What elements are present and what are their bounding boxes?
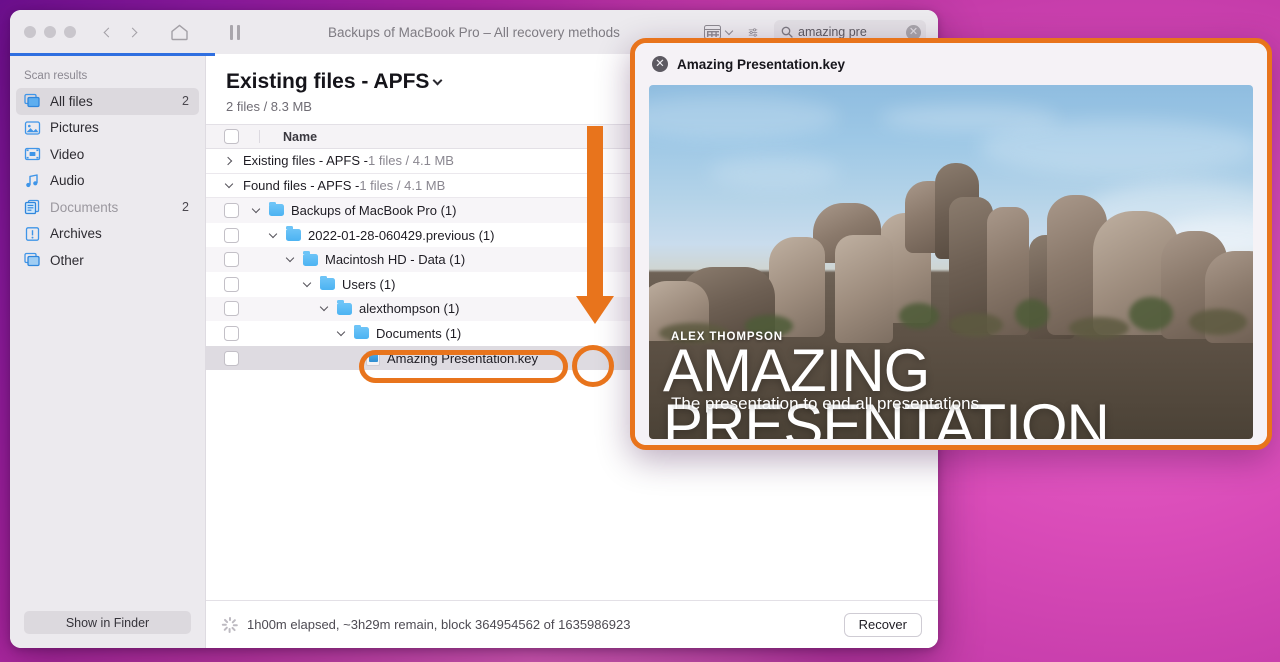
- minimize-window-button[interactable]: [44, 26, 56, 38]
- preview-popup-annotation: ✕ Amazing Presentation.key ALEX THOMPSON…: [630, 38, 1272, 450]
- folder-icon: [320, 275, 335, 291]
- scan-progress-bar: [10, 53, 938, 56]
- archives-icon: [24, 226, 41, 242]
- status-bar: 1h00m elapsed, ~3h29m remain, block 3649…: [206, 600, 938, 648]
- folder-name: Macintosh HD - Data (1): [325, 252, 466, 268]
- documents-icon: [24, 199, 41, 215]
- group-label: Found files - APFS -: [243, 177, 360, 193]
- folder-icon: [303, 251, 318, 266]
- disclosure-triangle-icon[interactable]: [249, 204, 263, 214]
- preview-title: Amazing Presentation.key: [677, 56, 846, 72]
- sidebar-item-audio[interactable]: Audio: [16, 168, 199, 195]
- other-icon: [24, 252, 41, 268]
- preview-image: ALEX THOMPSON AMAZING PRESENTATION The p…: [649, 85, 1253, 439]
- page-title-text: Existing files - APFS: [226, 70, 430, 93]
- folder-name: Users (1): [342, 276, 396, 292]
- group-meta: 1 files / 4.1 MB: [359, 177, 446, 193]
- sidebar-list: All files 2 Pictures Video Audio Document…: [10, 88, 205, 274]
- pictures-icon: [24, 120, 41, 136]
- folder-icon: [286, 226, 301, 242]
- row-checkbox[interactable]: [224, 202, 239, 218]
- preview-button-highlight-annotation: [572, 345, 614, 387]
- disclosure-triangle-icon[interactable]: [266, 229, 280, 238]
- sidebar-item-label: Other: [50, 252, 84, 268]
- pause-icon[interactable]: [220, 19, 250, 45]
- sidebar-item-count: 2: [182, 94, 189, 109]
- disclosure-triangle-icon[interactable]: [283, 253, 297, 263]
- disclosure-triangle-icon[interactable]: [334, 327, 348, 337]
- slide-subtitle: The presentation to end all presentation…: [671, 394, 980, 413]
- sidebar-item-label: Audio: [50, 173, 85, 189]
- row-checkbox[interactable]: [224, 227, 239, 243]
- sidebar-item-label: Pictures: [50, 120, 99, 136]
- close-window-button[interactable]: [24, 26, 36, 38]
- folder-name: alexthompson (1): [359, 301, 460, 317]
- sidebar-item-video[interactable]: Video: [16, 141, 199, 168]
- chevron-down-icon: [724, 26, 734, 35]
- spinner-icon: [221, 616, 238, 633]
- audio-icon: [24, 173, 41, 189]
- folder-name: 2022-01-28-060429.previous (1): [308, 227, 495, 243]
- sidebar-item-count: 2: [182, 200, 189, 215]
- header-divider: [259, 130, 260, 143]
- show-in-finder-button[interactable]: Show in Finder: [24, 611, 191, 634]
- sidebar-item-all-files[interactable]: All files 2: [16, 88, 199, 115]
- status-text: 1h00m elapsed, ~3h29m remain, block 3649…: [247, 617, 631, 632]
- down-arrow-annotation: [576, 126, 614, 324]
- sidebar-item-other[interactable]: Other: [16, 247, 199, 274]
- close-icon[interactable]: ✕: [652, 56, 668, 72]
- sidebar: Scan results All files 2 Pictures Video A…: [10, 54, 206, 648]
- sidebar-item-documents[interactable]: Documents 2: [16, 194, 199, 221]
- folder-icon: [337, 300, 352, 315]
- row-checkbox[interactable]: [224, 350, 239, 366]
- row-checkbox[interactable]: [224, 252, 239, 268]
- group-meta: 1 files / 4.1 MB: [367, 153, 454, 169]
- all-files-icon: [24, 93, 41, 109]
- grid-view-icon: [704, 25, 721, 39]
- preview-popup: ✕ Amazing Presentation.key ALEX THOMPSON…: [635, 43, 1267, 445]
- disclosure-triangle-icon[interactable]: [222, 156, 236, 166]
- search-text: amazing pre: [798, 25, 867, 39]
- sidebar-item-label: All files: [50, 93, 93, 109]
- row-checkbox[interactable]: [224, 301, 239, 317]
- folder-name: Backups of MacBook Pro (1): [291, 202, 457, 218]
- zoom-window-button[interactable]: [64, 26, 76, 38]
- sidebar-item-label: Archives: [50, 226, 102, 242]
- disclosure-triangle-icon[interactable]: [300, 278, 314, 288]
- select-all-checkbox[interactable]: [224, 129, 239, 144]
- column-header-name[interactable]: Name: [283, 130, 317, 144]
- slide-title: AMAZING PRESENTATION: [663, 337, 1110, 439]
- scan-progress-fill: [10, 53, 215, 56]
- recover-button[interactable]: Recover: [843, 612, 922, 637]
- file-name-highlight-annotation: [359, 350, 568, 383]
- navigation-arrows: [96, 20, 144, 44]
- traffic-lights: [10, 26, 76, 38]
- folder-icon: [354, 324, 369, 340]
- back-button[interactable]: [96, 20, 118, 44]
- folder-name: Documents (1): [376, 325, 462, 341]
- disclosure-triangle-icon[interactable]: [317, 303, 331, 312]
- sidebar-header: Scan results: [24, 70, 88, 82]
- row-checkbox[interactable]: [224, 276, 239, 292]
- sidebar-item-label: Video: [50, 146, 85, 162]
- disclosure-triangle-icon[interactable]: [222, 179, 236, 189]
- folder-icon: [269, 201, 284, 217]
- video-icon: [24, 146, 41, 162]
- group-label: Existing files - APFS -: [243, 153, 368, 169]
- chevron-down-icon[interactable]: [432, 75, 443, 85]
- search-icon: [781, 26, 793, 38]
- forward-button[interactable]: [122, 20, 144, 44]
- sidebar-item-label: Documents: [50, 199, 119, 215]
- sidebar-item-pictures[interactable]: Pictures: [16, 115, 199, 142]
- sidebar-item-archives[interactable]: Archives: [16, 221, 199, 248]
- row-checkbox[interactable]: [224, 325, 239, 341]
- preview-header: ✕ Amazing Presentation.key: [635, 43, 1267, 85]
- home-icon[interactable]: [164, 19, 194, 45]
